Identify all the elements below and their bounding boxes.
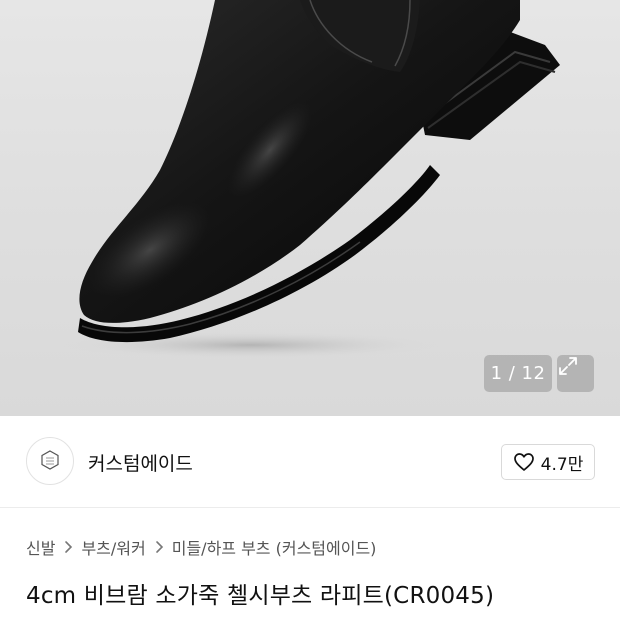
product-image-gallery[interactable]: 1 / 12 bbox=[0, 0, 620, 416]
brand-logo-icon bbox=[41, 450, 59, 470]
image-counter: 1 / 12 bbox=[484, 355, 552, 392]
product-boot-image bbox=[60, 0, 560, 359]
expand-icon bbox=[559, 357, 577, 375]
product-title: 4cm 비브람 소가죽 첼시부츠 라피트(CR0045) bbox=[26, 583, 495, 609]
like-button[interactable]: 4.7만 bbox=[501, 444, 595, 480]
chevron-right-icon bbox=[65, 541, 73, 553]
heart-icon bbox=[513, 453, 534, 471]
breadcrumb: 신발 부츠/워커 미들/하프 부츠 (커스텀에이드) bbox=[26, 536, 376, 558]
like-count: 4.7만 bbox=[540, 454, 584, 475]
brand-row: 커스텀에이드 4.7만 bbox=[0, 416, 620, 508]
expand-button[interactable] bbox=[557, 355, 594, 392]
chevron-right-icon bbox=[155, 541, 163, 553]
breadcrumb-item[interactable]: 부츠/워커 bbox=[81, 535, 145, 559]
breadcrumb-item[interactable]: 신발 bbox=[26, 535, 55, 559]
brand-name[interactable]: 커스텀에이드 bbox=[88, 449, 193, 476]
brand-logo[interactable] bbox=[26, 437, 74, 485]
breadcrumb-item[interactable]: 미들/하프 부츠 (커스텀에이드) bbox=[172, 535, 377, 559]
